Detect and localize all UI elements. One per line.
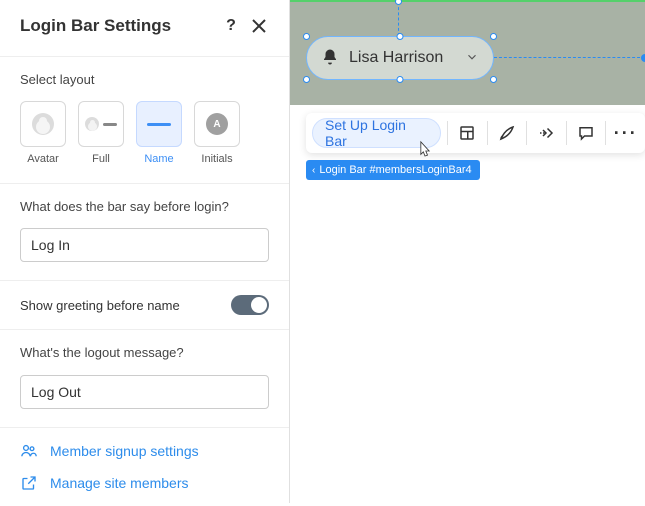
resize-handle[interactable] [397, 76, 404, 83]
login-bar-username: Lisa Harrison [349, 49, 443, 67]
layout-name[interactable]: Name [136, 101, 182, 165]
alignment-anchor-top [395, 0, 402, 5]
layout-full-label: Full [92, 153, 110, 165]
before-login-label: What does the bar say before login? [20, 198, 269, 216]
member-signup-label: Member signup settings [50, 443, 199, 459]
chevron-left-icon: ‹ [312, 165, 315, 176]
design-icon[interactable] [488, 113, 527, 153]
initials-icon: A [206, 113, 228, 135]
settings-panel: Login Bar Settings ? Select layout Avata… [0, 0, 290, 503]
full-icon [85, 117, 117, 131]
layout-avatar[interactable]: Avatar [20, 101, 66, 165]
layout-full[interactable]: Full [78, 101, 124, 165]
resize-handle[interactable] [303, 33, 310, 40]
resize-handle[interactable] [490, 33, 497, 40]
setup-login-bar-button[interactable]: Set Up Login Bar [312, 118, 441, 148]
panel-title: Login Bar Settings [20, 16, 213, 36]
editor-canvas: Lisa Harrison Set Up Login Bar [290, 0, 645, 503]
member-signup-link[interactable]: Member signup settings [20, 442, 269, 460]
component-tag-label: Login Bar #membersLoginBar4 [319, 164, 471, 176]
manage-members-label: Manage site members [50, 475, 189, 491]
login-bar-component[interactable]: Lisa Harrison [306, 36, 494, 80]
manage-members-link[interactable]: Manage site members [20, 474, 269, 492]
comment-icon[interactable] [567, 113, 606, 153]
logout-input[interactable] [20, 375, 269, 409]
floating-toolbar: Set Up Login Bar ··· [306, 113, 645, 153]
panel-header: Login Bar Settings ? [0, 0, 289, 57]
alignment-guide-horizontal [494, 57, 645, 58]
logout-label: What's the logout message? [20, 344, 269, 362]
close-icon[interactable] [249, 16, 269, 36]
panel-links: Member signup settings Manage site membe… [0, 428, 289, 506]
chevron-down-icon [465, 50, 479, 67]
layout-name-label: Name [144, 153, 173, 165]
resize-handle[interactable] [303, 76, 310, 83]
logout-section: What's the logout message? [0, 330, 289, 427]
layout-label: Select layout [20, 71, 269, 89]
resize-handle[interactable] [397, 33, 404, 40]
before-login-input[interactable] [20, 228, 269, 262]
name-icon [147, 123, 171, 126]
alignment-guide-vertical [398, 2, 399, 36]
users-icon [20, 442, 38, 460]
layout-options: Avatar Full Name A Initials [20, 101, 269, 165]
component-tag[interactable]: ‹ Login Bar #membersLoginBar4 [306, 160, 480, 180]
external-link-icon [20, 474, 38, 492]
more-icon[interactable]: ··· [606, 113, 645, 153]
before-login-section: What does the bar say before login? [0, 184, 289, 281]
avatar-icon [32, 113, 54, 135]
setup-button-label: Set Up Login Bar [325, 117, 428, 149]
layout-initials-label: Initials [201, 153, 232, 165]
canvas-background: Lisa Harrison [290, 0, 645, 105]
resize-handle[interactable] [490, 76, 497, 83]
layout-section: Select layout Avatar Full Name A Initial… [0, 57, 289, 184]
greeting-label: Show greeting before name [20, 298, 180, 313]
alignment-anchor-right [641, 54, 645, 62]
layout-icon[interactable] [448, 113, 487, 153]
help-icon[interactable]: ? [221, 16, 241, 36]
greeting-row: Show greeting before name [0, 281, 289, 330]
bell-icon [321, 48, 339, 69]
layout-initials[interactable]: A Initials [194, 101, 240, 165]
animation-icon[interactable] [527, 113, 566, 153]
greeting-toggle[interactable] [231, 295, 269, 315]
layout-avatar-label: Avatar [27, 153, 59, 165]
